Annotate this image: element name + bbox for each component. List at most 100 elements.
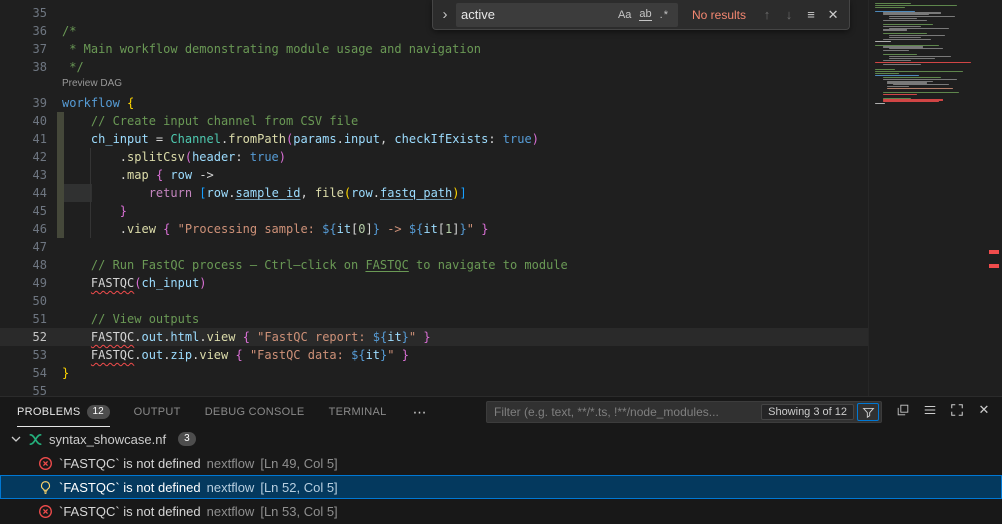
minimap-line [875,105,986,106]
nextflow-file-icon [28,432,43,447]
problems-tree: syntax_showcase.nf 3 `FASTQC` is not def… [0,427,1002,524]
lightbulb-icon [37,479,53,495]
problem-message: `FASTQC` is not defined [59,480,201,495]
panel-tab-debug-console[interactable]: DEBUG CONSOLE [205,398,305,427]
code-text: // View outputs [47,310,199,328]
next-match-icon[interactable]: ↓ [780,7,798,22]
problem-source: nextflow [207,504,255,519]
find-in-selection-icon[interactable]: ≡ [802,7,820,22]
code-lens-preview-dag[interactable]: Preview DAG [0,76,868,94]
code-text: FASTQC(ch_input) [47,274,207,292]
file-name: syntax_showcase.nf [49,432,166,447]
code-line[interactable]: 47 [0,238,868,256]
code-line[interactable]: 51 // View outputs [0,310,868,328]
code-text: } [47,202,127,220]
problems-count-badge: Showing 3 of 12 [761,404,854,420]
panel-tab-terminal[interactable]: TERMINAL [329,398,387,427]
close-find-icon[interactable]: ✕ [824,7,842,23]
whole-word-icon[interactable]: ab [639,8,651,21]
view-as-table-icon[interactable] [922,402,938,418]
code-text: .splitCsv(header: true) [47,148,286,166]
line-number: 54 [0,364,47,382]
code-line[interactable]: 41 ch_input = Channel.fromPath(params.in… [0,130,868,148]
collapse-all-icon[interactable] [895,402,911,418]
overview-ruler-error-mark [989,250,999,254]
find-query-text: active [461,7,614,22]
panel-tab-bar: PROBLEMS12OUTPUTDEBUG CONSOLETERMINAL ⋯ … [0,397,1002,427]
previous-match-icon[interactable]: ↑ [758,7,776,22]
close-panel-icon[interactable]: ✕ [976,402,992,418]
filter-funnel-icon[interactable] [857,403,879,421]
code-line[interactable]: 54} [0,364,868,382]
regex-icon[interactable]: .* [660,9,669,21]
line-number: 41 [0,130,47,148]
code-line[interactable]: 38 */ [0,58,868,76]
line-number: 43 [0,166,47,184]
minimap[interactable] [868,0,988,396]
code-line[interactable]: 45 } [0,202,868,220]
code-text [47,238,62,256]
line-number: 53 [0,346,47,364]
panel-tab-label: TERMINAL [329,406,387,418]
minimap-content [875,3,986,106]
code-line[interactable]: 53 FASTQC.out.zip.view { "FastQC data: $… [0,346,868,364]
problem-row[interactable]: `FASTQC` is not defined nextflow [Ln 52, C… [0,475,1002,499]
code-line[interactable]: 48 // Run FastQC process — Ctrl—click on… [0,256,868,274]
line-number: 38 [0,58,47,76]
problem-source: nextflow [207,456,255,471]
line-number: 52 [0,328,47,346]
line-number: 50 [0,292,47,310]
match-case-icon[interactable]: Aa [618,9,631,21]
panel-tab-label: DEBUG CONSOLE [205,406,305,418]
code-text: .view { "Processing sample: ${it[0]} -> … [47,220,488,238]
maximize-panel-icon[interactable] [949,402,965,418]
problem-row[interactable]: `FASTQC` is not definednextflow[Ln 49, C… [0,451,1002,475]
code-line[interactable]: 37 * Main workflow demonstrating module … [0,40,868,58]
code-text: /* [47,22,76,40]
file-problem-count-badge: 3 [178,432,196,446]
problem-source: nextflow [207,480,255,495]
line-number: 36 [0,22,47,40]
code-text: // Run FastQC process — Ctrl—click on FA… [47,256,568,274]
minimap-line [875,62,986,63]
code-line[interactable]: 44 return [row.sample_id, file(row.fastq… [0,184,868,202]
toggle-replace-icon[interactable]: › [438,1,452,29]
code-line[interactable]: 43 .map { row -> [0,166,868,184]
problems-filter-input[interactable]: Filter (e.g. text, **/*.ts, !**/node_mod… [486,401,882,423]
code-line[interactable]: 46 .view { "Processing sample: ${it[0]} … [0,220,868,238]
line-number: 35 [0,4,47,22]
find-input[interactable]: active Aa ab .* [456,3,678,27]
code-text: * Main workflow demonstrating module usa… [47,40,481,58]
code-line[interactable]: 49 FASTQC(ch_input) [0,274,868,292]
problem-location: [Ln 52, Col 5] [260,480,337,495]
problem-message: `FASTQC` is not defined [59,504,201,519]
line-number: 46 [0,220,47,238]
problem-row[interactable]: `FASTQC` is not definednextflow[Ln 53, C… [0,499,1002,523]
code-line[interactable]: 50 [0,292,868,310]
chevron-down-icon [8,431,24,447]
editor-lines: 3536/*37 * Main workflow demonstrating m… [0,0,868,400]
code-line[interactable]: 39workflow { [0,94,868,112]
problems-file-group[interactable]: syntax_showcase.nf 3 [0,427,1002,451]
panel-tab-output[interactable]: OUTPUT [134,398,181,427]
line-number: 47 [0,238,47,256]
error-icon [37,455,53,471]
error-icon [37,503,53,519]
code-line[interactable]: 52 FASTQC.out.html.view { "FastQC report… [0,328,868,346]
panel-tab-label: PROBLEMS [17,406,81,418]
filter-placeholder: Filter (e.g. text, **/*.ts, !**/node_mod… [494,405,761,419]
line-number: 39 [0,94,47,112]
line-number: 40 [0,112,47,130]
code-text: FASTQC.out.html.view { "FastQC report: $… [47,328,431,346]
vscode-window: { "find_widget": { "toggle": "›", "query… [0,0,1002,524]
panel-tabs: PROBLEMS12 OUTPUT DEBUG CONSOLE TERMINAL [17,398,411,427]
code-text: return [row.sample_id, file(row.fastq_pa… [47,184,467,202]
more-actions-icon[interactable]: ⋯ [413,404,427,421]
code-line[interactable]: 42 .splitCsv(header: true) [0,148,868,166]
code-editor[interactable]: 3536/*37 * Main workflow demonstrating m… [0,0,1002,396]
code-line[interactable]: 40 // Create input channel from CSV file [0,112,868,130]
panel-tab-problems[interactable]: PROBLEMS12 [17,398,110,427]
overview-ruler-error-mark [989,264,999,268]
code-text [47,4,62,22]
problem-message: `FASTQC` is not defined [59,456,201,471]
